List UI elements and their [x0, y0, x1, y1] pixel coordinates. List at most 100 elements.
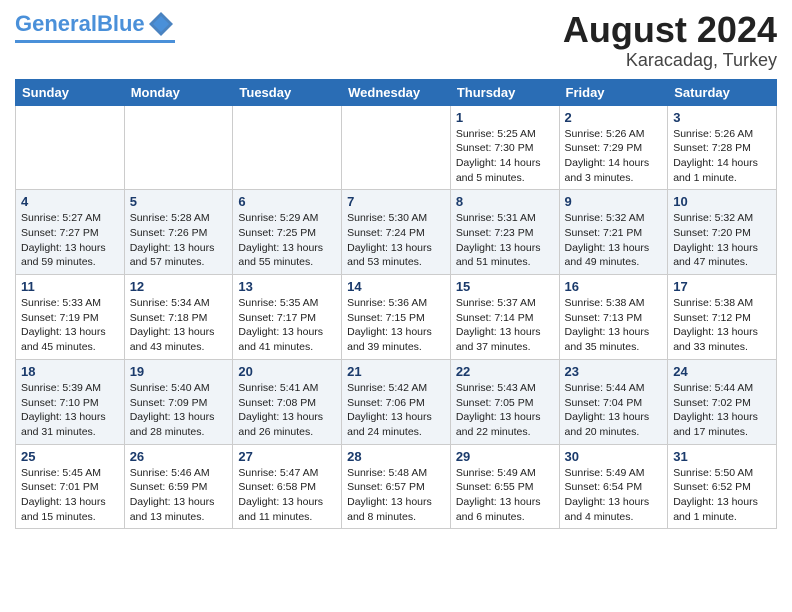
calendar-body: 1Sunrise: 5:25 AM Sunset: 7:30 PM Daylig… — [16, 105, 777, 529]
calendar-cell: 11 Sunrise: 5:33 AM Sunset: 7:19 PM Dayli… — [16, 275, 125, 360]
calendar-cell: 1Sunrise: 5:25 AM Sunset: 7:30 PM Daylig… — [450, 105, 559, 190]
day-info: Sunrise: 5:34 AM Sunset: 7:18 PM Dayligh… — [130, 296, 228, 355]
calendar-cell — [342, 105, 451, 190]
day-number: 28 — [347, 449, 445, 464]
calendar-cell: 21Sunrise: 5:42 AM Sunset: 7:06 PM Dayli… — [342, 359, 451, 444]
month-title: August 2024 — [563, 10, 777, 50]
calendar-cell — [16, 105, 125, 190]
day-number: 27 — [238, 449, 336, 464]
day-info: Sunrise: 5:27 AM Sunset: 7:27 PM Dayligh… — [21, 211, 119, 270]
day-info: Sunrise: 5:48 AM Sunset: 6:57 PM Dayligh… — [347, 466, 445, 525]
day-info: Sunrise: 5:38 AM Sunset: 7:13 PM Dayligh… — [565, 296, 663, 355]
calendar-week-row: 25 Sunrise: 5:45 AM Sunset: 7:01 PM Dayli… — [16, 444, 777, 529]
day-number: 3 — [673, 110, 771, 125]
calendar-cell: 30 Sunrise: 5:49 AM Sunset: 6:54 PM Dayli… — [559, 444, 668, 529]
calendar-cell: 7 Sunrise: 5:30 AM Sunset: 7:24 PM Daylig… — [342, 190, 451, 275]
calendar-cell: 8Sunrise: 5:31 AM Sunset: 7:23 PM Daylig… — [450, 190, 559, 275]
calendar-cell: 12 Sunrise: 5:34 AM Sunset: 7:18 PM Dayli… — [124, 275, 233, 360]
day-number: 24 — [673, 364, 771, 379]
day-info: Sunrise: 5:44 AM Sunset: 7:04 PM Dayligh… — [565, 381, 663, 440]
day-info: Sunrise: 5:45 AM Sunset: 7:01 PM Dayligh… — [21, 466, 119, 525]
day-info: Sunrise: 5:50 AM Sunset: 6:52 PM Dayligh… — [673, 466, 771, 525]
day-info: Sunrise: 5:49 AM Sunset: 6:54 PM Dayligh… — [565, 466, 663, 525]
day-number: 6 — [238, 194, 336, 209]
day-number: 26 — [130, 449, 228, 464]
day-info: Sunrise: 5:42 AM Sunset: 7:06 PM Dayligh… — [347, 381, 445, 440]
logo-underline — [15, 40, 175, 43]
day-info: Sunrise: 5:25 AM Sunset: 7:30 PM Dayligh… — [456, 127, 554, 186]
day-number: 14 — [347, 279, 445, 294]
calendar-cell: 18Sunrise: 5:39 AM Sunset: 7:10 PM Dayli… — [16, 359, 125, 444]
calendar-cell: 19Sunrise: 5:40 AM Sunset: 7:09 PM Dayli… — [124, 359, 233, 444]
weekday-header-cell: Sunday — [16, 79, 125, 105]
calendar-cell: 28 Sunrise: 5:48 AM Sunset: 6:57 PM Dayli… — [342, 444, 451, 529]
weekday-header-cell: Wednesday — [342, 79, 451, 105]
calendar-cell: 29 Sunrise: 5:49 AM Sunset: 6:55 PM Dayli… — [450, 444, 559, 529]
day-info: Sunrise: 5:37 AM Sunset: 7:14 PM Dayligh… — [456, 296, 554, 355]
day-number: 11 — [21, 279, 119, 294]
logo-text: GeneralBlue — [15, 13, 145, 35]
day-info: Sunrise: 5:29 AM Sunset: 7:25 PM Dayligh… — [238, 211, 336, 270]
day-number: 17 — [673, 279, 771, 294]
day-info: Sunrise: 5:49 AM Sunset: 6:55 PM Dayligh… — [456, 466, 554, 525]
day-number: 12 — [130, 279, 228, 294]
day-number: 13 — [238, 279, 336, 294]
day-number: 9 — [565, 194, 663, 209]
calendar-week-row: 11 Sunrise: 5:33 AM Sunset: 7:19 PM Dayli… — [16, 275, 777, 360]
calendar-cell: 26Sunrise: 5:46 AM Sunset: 6:59 PM Dayli… — [124, 444, 233, 529]
day-number: 23 — [565, 364, 663, 379]
weekday-header-cell: Thursday — [450, 79, 559, 105]
calendar-cell — [124, 105, 233, 190]
day-number: 15 — [456, 279, 554, 294]
calendar-cell: 16 Sunrise: 5:38 AM Sunset: 7:13 PM Dayli… — [559, 275, 668, 360]
calendar-cell: 9 Sunrise: 5:32 AM Sunset: 7:21 PM Daylig… — [559, 190, 668, 275]
weekday-header-cell: Tuesday — [233, 79, 342, 105]
calendar-cell: 10 Sunrise: 5:32 AM Sunset: 7:20 PM Dayli… — [668, 190, 777, 275]
day-info: Sunrise: 5:32 AM Sunset: 7:21 PM Dayligh… — [565, 211, 663, 270]
day-info: Sunrise: 5:26 AM Sunset: 7:29 PM Dayligh… — [565, 127, 663, 186]
day-info: Sunrise: 5:35 AM Sunset: 7:17 PM Dayligh… — [238, 296, 336, 355]
calendar-cell: 31 Sunrise: 5:50 AM Sunset: 6:52 PM Dayli… — [668, 444, 777, 529]
day-info: Sunrise: 5:33 AM Sunset: 7:19 PM Dayligh… — [21, 296, 119, 355]
day-info: Sunrise: 5:30 AM Sunset: 7:24 PM Dayligh… — [347, 211, 445, 270]
day-info: Sunrise: 5:47 AM Sunset: 6:58 PM Dayligh… — [238, 466, 336, 525]
logo-general: General — [15, 11, 97, 36]
calendar-week-row: 4Sunrise: 5:27 AM Sunset: 7:27 PM Daylig… — [16, 190, 777, 275]
day-number: 2 — [565, 110, 663, 125]
day-number: 30 — [565, 449, 663, 464]
calendar-cell: 23 Sunrise: 5:44 AM Sunset: 7:04 PM Dayli… — [559, 359, 668, 444]
location-title: Karacadag, Turkey — [563, 50, 777, 71]
weekday-header-cell: Saturday — [668, 79, 777, 105]
day-info: Sunrise: 5:32 AM Sunset: 7:20 PM Dayligh… — [673, 211, 771, 270]
calendar-week-row: 1Sunrise: 5:25 AM Sunset: 7:30 PM Daylig… — [16, 105, 777, 190]
calendar-cell: 24 Sunrise: 5:44 AM Sunset: 7:02 PM Dayli… — [668, 359, 777, 444]
day-number: 7 — [347, 194, 445, 209]
day-number: 31 — [673, 449, 771, 464]
calendar-table: SundayMondayTuesdayWednesdayThursdayFrid… — [15, 79, 777, 530]
weekday-header-cell: Monday — [124, 79, 233, 105]
logo-blue: Blue — [97, 11, 145, 36]
calendar-cell: 17Sunrise: 5:38 AM Sunset: 7:12 PM Dayli… — [668, 275, 777, 360]
day-number: 25 — [21, 449, 119, 464]
day-info: Sunrise: 5:44 AM Sunset: 7:02 PM Dayligh… — [673, 381, 771, 440]
calendar-cell: 25 Sunrise: 5:45 AM Sunset: 7:01 PM Dayli… — [16, 444, 125, 529]
day-number: 29 — [456, 449, 554, 464]
logo-icon — [147, 10, 175, 38]
day-number: 20 — [238, 364, 336, 379]
day-info: Sunrise: 5:40 AM Sunset: 7:09 PM Dayligh… — [130, 381, 228, 440]
calendar-cell: 14Sunrise: 5:36 AM Sunset: 7:15 PM Dayli… — [342, 275, 451, 360]
day-info: Sunrise: 5:43 AM Sunset: 7:05 PM Dayligh… — [456, 381, 554, 440]
day-info: Sunrise: 5:28 AM Sunset: 7:26 PM Dayligh… — [130, 211, 228, 270]
page-header: GeneralBlue August 2024 Karacadag, Turke… — [15, 10, 777, 71]
day-number: 10 — [673, 194, 771, 209]
calendar-cell: 5Sunrise: 5:28 AM Sunset: 7:26 PM Daylig… — [124, 190, 233, 275]
calendar-cell: 15 Sunrise: 5:37 AM Sunset: 7:14 PM Dayli… — [450, 275, 559, 360]
calendar-cell: 3Sunrise: 5:26 AM Sunset: 7:28 PM Daylig… — [668, 105, 777, 190]
calendar-cell — [233, 105, 342, 190]
calendar-cell: 4Sunrise: 5:27 AM Sunset: 7:27 PM Daylig… — [16, 190, 125, 275]
day-number: 16 — [565, 279, 663, 294]
day-info: Sunrise: 5:31 AM Sunset: 7:23 PM Dayligh… — [456, 211, 554, 270]
calendar-cell: 27 Sunrise: 5:47 AM Sunset: 6:58 PM Dayli… — [233, 444, 342, 529]
logo: GeneralBlue — [15, 10, 175, 43]
calendar-cell: 13 Sunrise: 5:35 AM Sunset: 7:17 PM Dayli… — [233, 275, 342, 360]
